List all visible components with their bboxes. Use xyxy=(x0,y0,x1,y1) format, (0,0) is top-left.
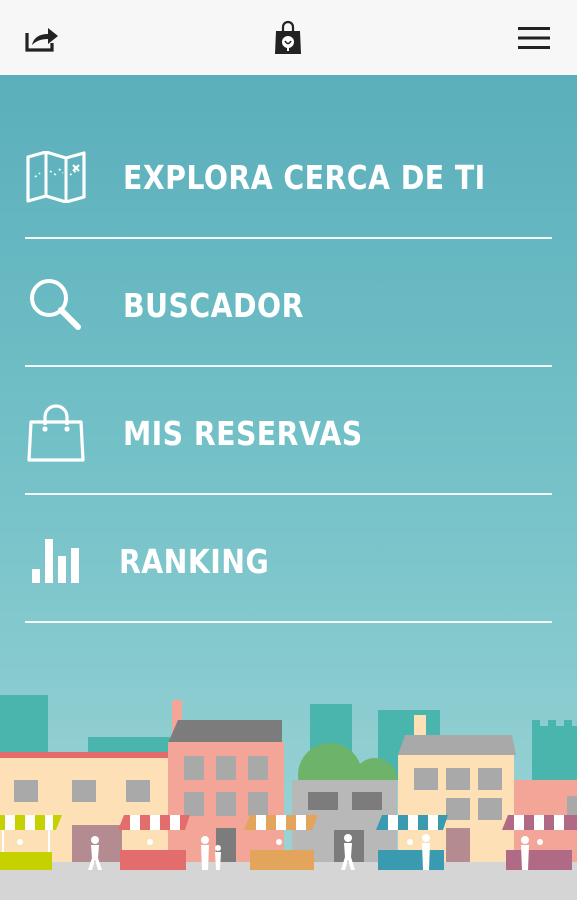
menu-item-label: RANKING xyxy=(119,541,270,581)
market-street-illustration xyxy=(0,695,577,900)
menu-item-mis-reservas[interactable]: MIS RESERVAS xyxy=(25,369,552,497)
menu-button[interactable] xyxy=(514,18,554,58)
shopping-bag-logo-icon xyxy=(275,20,301,54)
menu-item-label: MIS RESERVAS xyxy=(123,413,363,453)
divider xyxy=(25,493,552,495)
menu-item-label: EXPLORA CERCA DE TI xyxy=(123,157,486,197)
main-menu-panel: EXPLORA CERCA DE TI BUSCADOR MIS RESERVA… xyxy=(0,75,577,900)
menu-item-ranking[interactable]: RANKING xyxy=(25,497,552,625)
map-icon xyxy=(25,146,87,208)
divider xyxy=(25,237,552,239)
top-bar xyxy=(0,0,577,75)
hamburger-menu-icon xyxy=(518,27,550,49)
shopping-bag-icon xyxy=(25,402,87,464)
divider xyxy=(25,365,552,367)
menu-item-explora[interactable]: EXPLORA CERCA DE TI xyxy=(25,113,552,241)
bar-chart-icon xyxy=(25,530,87,592)
share-icon xyxy=(25,28,58,52)
app-logo xyxy=(268,18,308,58)
search-icon xyxy=(25,274,87,336)
menu-item-buscador[interactable]: BUSCADOR xyxy=(25,241,552,369)
menu-item-label: BUSCADOR xyxy=(123,285,304,325)
share-button[interactable] xyxy=(22,18,62,58)
divider xyxy=(25,621,552,623)
